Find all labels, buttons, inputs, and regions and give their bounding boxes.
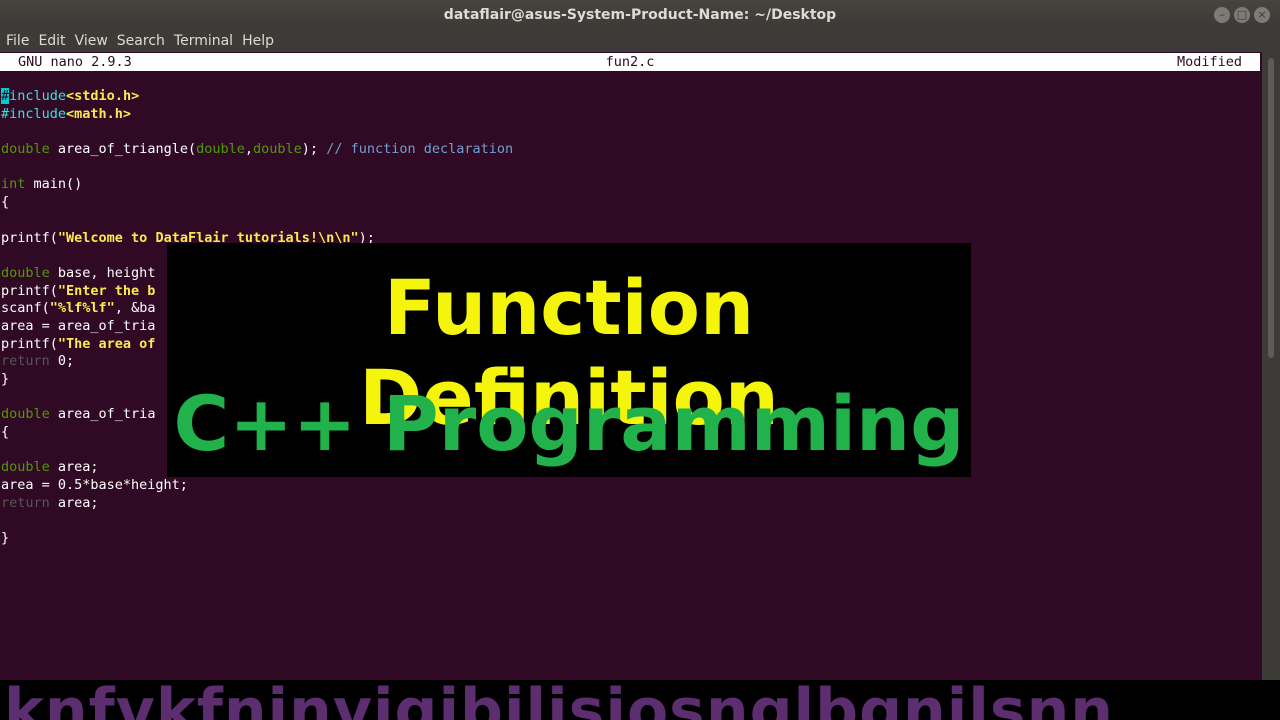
bottom-ticker: knfvkfninvigibilisiosnglbgnilsnn bbox=[0, 680, 1280, 720]
nano-status: Modified bbox=[1176, 54, 1242, 70]
menu-bar: File Edit View Search Terminal Help bbox=[0, 30, 1280, 52]
ticker-text: knfvkfninvigibilisiosnglbgnilsnn bbox=[4, 680, 1115, 720]
code-line: int main() bbox=[1, 176, 83, 193]
window-title: dataflair@asus-System-Product-Name: ~/De… bbox=[443, 7, 837, 23]
code-line: double area_of_triangle(double,double); … bbox=[1, 141, 514, 158]
menu-search[interactable]: Search bbox=[117, 33, 165, 49]
window-titlebar: dataflair@asus-System-Product-Name: ~/De… bbox=[0, 0, 1280, 30]
menu-edit[interactable]: Edit bbox=[38, 33, 65, 49]
menu-file[interactable]: File bbox=[6, 33, 29, 49]
title-banner: Function Definition C++ Programming bbox=[167, 243, 971, 477]
terminal-scrollbar[interactable] bbox=[1262, 52, 1280, 720]
banner-subtitle: C++ Programming bbox=[173, 379, 965, 468]
nano-header-bar: GNU nano 2.9.3 fun2.c Modified bbox=[0, 53, 1260, 71]
code-line: #include<stdio.h> bbox=[1, 88, 140, 104]
code-line: } bbox=[1, 530, 10, 547]
minimize-icon[interactable]: – bbox=[1214, 7, 1230, 23]
close-icon[interactable]: × bbox=[1254, 7, 1270, 23]
menu-view[interactable]: View bbox=[75, 33, 108, 49]
nano-filename: fun2.c bbox=[605, 54, 655, 70]
scrollbar-thumb[interactable] bbox=[1268, 58, 1274, 358]
code-line: area = 0.5*base*height; bbox=[1, 477, 188, 494]
text-cursor: # bbox=[1, 88, 10, 104]
maximize-icon[interactable]: □ bbox=[1234, 7, 1250, 23]
code-line: #include<math.h> bbox=[1, 105, 132, 122]
menu-help[interactable]: Help bbox=[242, 33, 274, 49]
window-controls: – □ × bbox=[1214, 7, 1270, 23]
code-line: return area; bbox=[1, 494, 99, 511]
menu-terminal[interactable]: Terminal bbox=[174, 33, 233, 49]
code-line: { bbox=[1, 194, 10, 211]
